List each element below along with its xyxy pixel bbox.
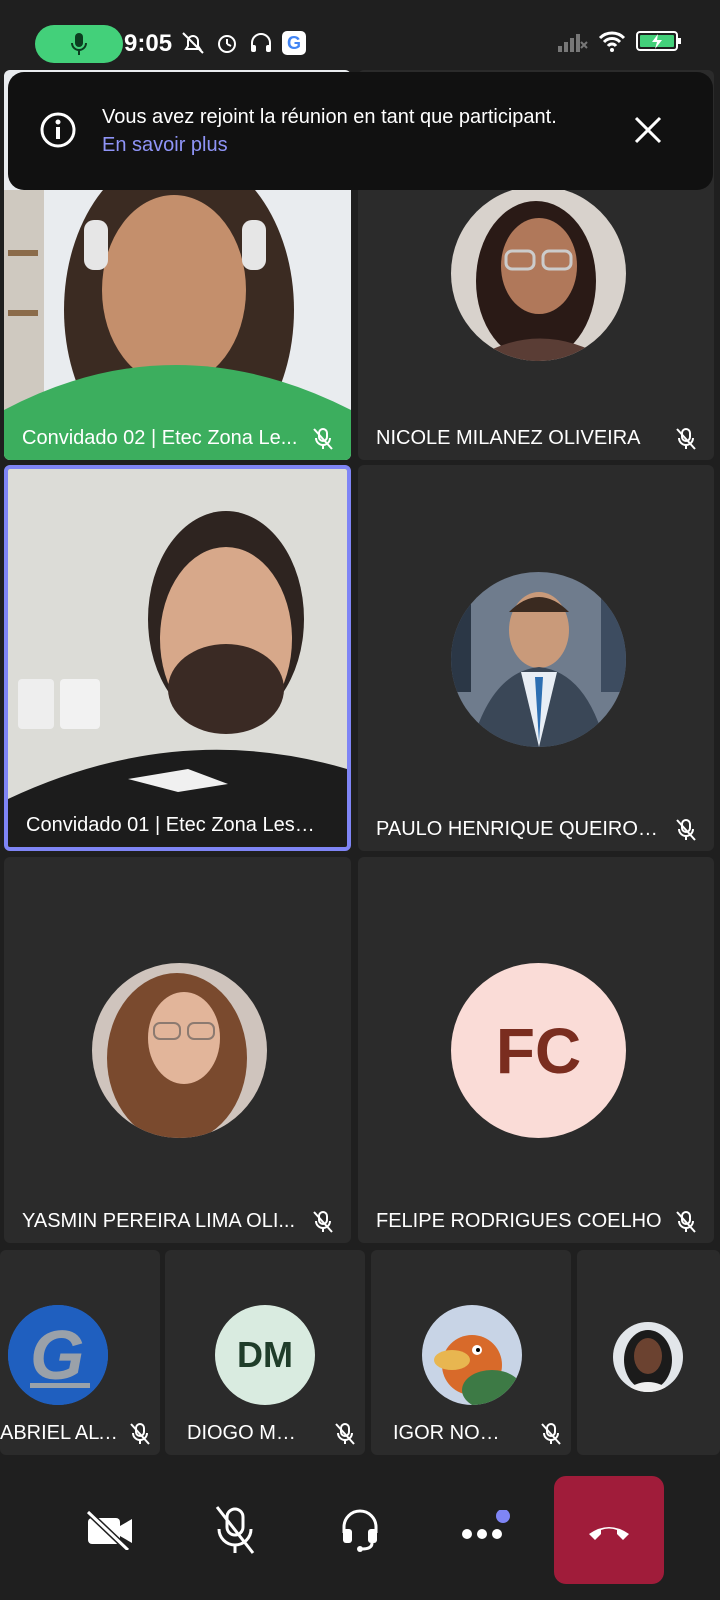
participant-name: PAULO HENRIQUE QUEIROZ... <box>376 818 666 840</box>
more-icon <box>462 1510 510 1539</box>
close-icon[interactable] <box>630 112 666 148</box>
avatar-photo <box>92 963 267 1138</box>
svg-text:G: G <box>30 1316 84 1394</box>
headset-icon <box>342 1509 378 1552</box>
participant-name: IGOR NOGUE... <box>393 1422 513 1444</box>
participant-name-row: Convidado 01 | Etec Zona Lest... <box>26 814 329 837</box>
participant-tile-igor[interactable]: IGOR NOGUE... <box>371 1250 571 1455</box>
participant-name-row: PAULO HENRIQUE QUEIROZ... <box>376 818 696 841</box>
mic-muted-icon <box>676 818 696 841</box>
avatar <box>613 1322 683 1392</box>
video-feed-convidado-01 <box>8 469 347 847</box>
alarm-icon <box>218 35 236 53</box>
participant-name-row: NICOLE MILANEZ OLIVEIRA <box>376 427 696 450</box>
avatar <box>422 1305 522 1405</box>
participant-name: YASMIN PEREIRA LIMA OLI... <box>22 1210 296 1232</box>
participant-tile-paulo[interactable]: PAULO HENRIQUE QUEIROZ... <box>358 465 714 851</box>
learn-more-link[interactable]: En savoir plus <box>102 134 228 157</box>
headphones-icon <box>251 33 271 52</box>
camera-toggle-button[interactable] <box>70 1490 150 1570</box>
mic-muted-icon <box>130 1422 150 1445</box>
avatar-photo <box>613 1322 683 1392</box>
participant-name-row: IGOR NOGUE... <box>393 1422 561 1445</box>
avatar-initials: FC <box>451 963 626 1138</box>
join-notification <box>8 72 713 190</box>
mic-active-indicator[interactable] <box>35 25 123 63</box>
participant-name-row: ABRIEL ALV... <box>0 1422 150 1445</box>
avatar: G <box>8 1305 108 1405</box>
participant-tile-overflow[interactable] <box>577 1250 720 1455</box>
mic-muted-icon <box>335 1422 355 1445</box>
battery-charging-icon <box>636 31 681 51</box>
participant-name: Convidado 02 | Etec Zona Le... <box>22 427 298 449</box>
avatar-cartoon <box>422 1305 522 1405</box>
participant-name-row: FELIPE RODRIGUES COELHO <box>376 1210 696 1233</box>
info-icon <box>40 112 76 148</box>
avatar <box>451 572 626 747</box>
bell-off-icon <box>182 32 204 54</box>
mic-muted-icon <box>676 427 696 450</box>
camera-off-icon <box>85 1510 132 1550</box>
participant-tile-diogo[interactable]: DM DIOGO MAR... <box>165 1250 365 1455</box>
mic-muted-icon <box>313 1210 333 1233</box>
status-time: 9:05 <box>124 30 173 57</box>
status-icons-right <box>558 30 682 52</box>
mic-muted-icon <box>676 1210 696 1233</box>
wifi-icon <box>598 31 626 52</box>
participant-tile-yasmin[interactable]: YASMIN PEREIRA LIMA OLI... <box>4 857 351 1243</box>
notification-message: Vous avez rejoint la réunion en tant que… <box>102 106 557 128</box>
teams-call-screen: 9:05 G Convidado 02 | Etec Zona Le... NI… <box>0 0 720 1600</box>
avatar <box>92 963 267 1138</box>
participant-tile-gabriel[interactable]: G ABRIEL ALV... <box>0 1250 160 1455</box>
participant-tile-convidado-01[interactable]: Convidado 01 | Etec Zona Lest... <box>4 465 351 851</box>
participant-name: Convidado 01 | Etec Zona Lest... <box>26 814 316 836</box>
participant-name: DIOGO MAR... <box>187 1422 307 1444</box>
avatar-logo: G <box>8 1305 108 1405</box>
audio-settings-button[interactable] <box>320 1490 400 1570</box>
more-options-button[interactable] <box>445 1490 525 1570</box>
mic-toggle-button[interactable] <box>195 1490 275 1570</box>
google-icon: G <box>282 31 306 55</box>
leave-call-button[interactable] <box>554 1476 664 1584</box>
mic-off-icon <box>215 1506 255 1554</box>
mic-active-icon <box>71 33 87 55</box>
avatar <box>451 186 626 361</box>
participant-tile-felipe[interactable]: FC FELIPE RODRIGUES COELHO <box>358 857 714 1243</box>
avatar-photo <box>451 186 626 361</box>
participant-name: NICOLE MILANEZ OLIVEIRA <box>376 427 641 449</box>
hangup-icon <box>589 1527 629 1540</box>
participant-name-row: YASMIN PEREIRA LIMA OLI... <box>22 1210 333 1233</box>
signal-icon <box>558 34 588 52</box>
mic-muted-icon <box>313 427 333 450</box>
mic-muted-icon <box>541 1422 561 1445</box>
participant-name: FELIPE RODRIGUES COELHO <box>376 1210 662 1232</box>
avatar-initials: DM <box>215 1305 315 1405</box>
participant-name-row: Convidado 02 | Etec Zona Le... <box>22 427 333 450</box>
participant-name: ABRIEL ALV... <box>0 1422 120 1444</box>
participant-name-row: DIOGO MAR... <box>187 1422 355 1445</box>
status-icons-left: G <box>180 30 306 56</box>
avatar-photo <box>451 572 626 747</box>
